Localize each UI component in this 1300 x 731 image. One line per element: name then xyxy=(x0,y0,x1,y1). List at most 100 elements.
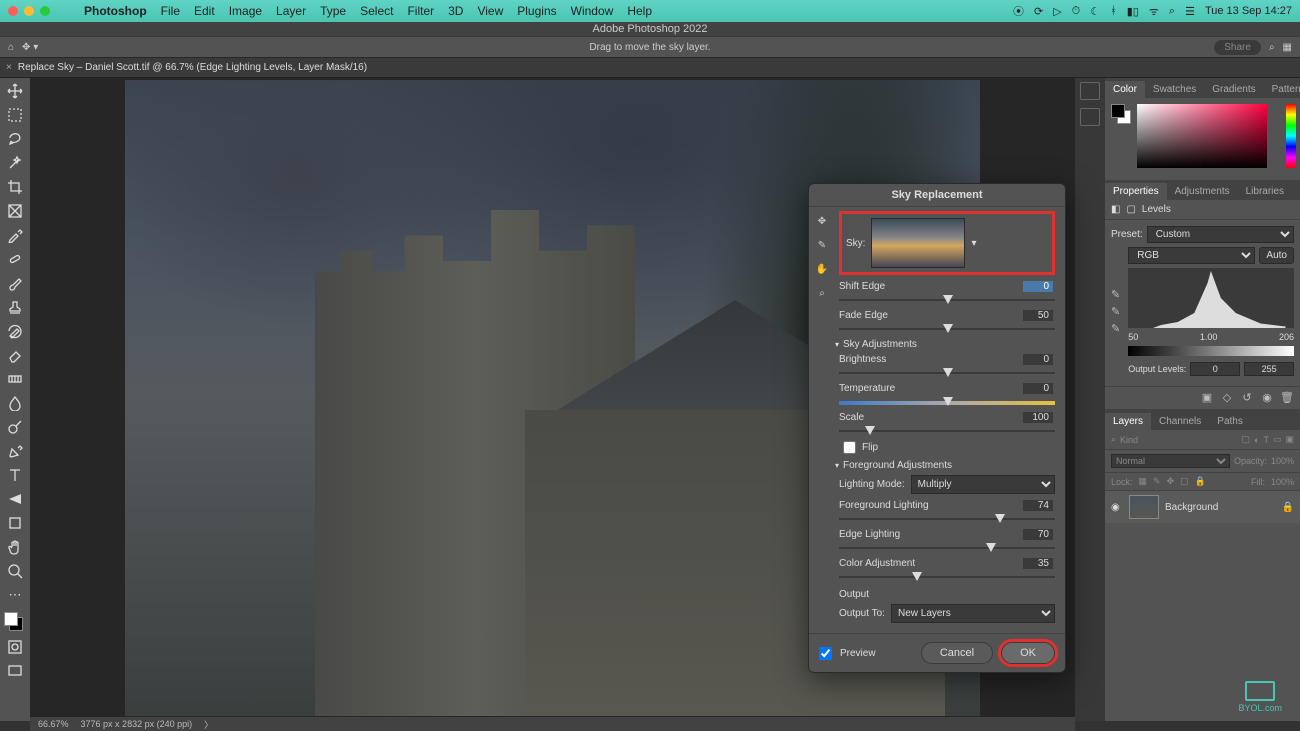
tab-swatches[interactable]: Swatches xyxy=(1145,81,1204,98)
hand-tool[interactable] xyxy=(3,536,27,558)
tab-layers[interactable]: Layers xyxy=(1105,413,1151,430)
clock-icon[interactable]: ⏱ xyxy=(1072,5,1081,18)
home-icon[interactable]: ⌂ xyxy=(8,42,14,53)
dodge-tool[interactable] xyxy=(3,416,27,438)
menu-image[interactable]: Image xyxy=(229,4,262,18)
lighting-mode-select[interactable]: Multiply xyxy=(911,475,1055,494)
history-brush-tool[interactable] xyxy=(3,320,27,342)
menu-help[interactable]: Help xyxy=(627,4,652,18)
filter-adj-icon[interactable]: ◐ xyxy=(1254,435,1259,445)
sky-picker[interactable]: Sky: ▾ xyxy=(839,211,1055,275)
sky-thumbnail[interactable] xyxy=(871,218,965,268)
fill-value[interactable]: 100% xyxy=(1271,477,1294,487)
tab-color[interactable]: Color xyxy=(1105,81,1145,98)
move-tool-icon[interactable]: ✥ ▾ xyxy=(22,42,38,53)
bluetooth-icon[interactable]: ᚼ xyxy=(1110,5,1117,17)
fg-lighting-slider[interactable]: Foreground Lighting74 xyxy=(839,500,1055,525)
trash-icon[interactable]: 🗑 xyxy=(1280,391,1294,405)
menu-file[interactable]: File xyxy=(161,4,180,18)
sample-white-icon[interactable]: ✎ xyxy=(1111,322,1120,335)
filter-pixel-icon[interactable]: ▢ xyxy=(1242,434,1251,445)
edge-lighting-slider[interactable]: Edge Lighting70 xyxy=(839,529,1055,554)
tab-close-icon[interactable]: × xyxy=(6,62,12,73)
layer-visibility-icon[interactable]: ◉ xyxy=(1111,502,1123,513)
shift-edge-slider[interactable]: Shift Edge0 xyxy=(839,281,1055,306)
auto-button[interactable]: Auto xyxy=(1259,247,1294,264)
dlg-hand-tool[interactable]: ✋ xyxy=(814,261,830,277)
flip-checkbox[interactable] xyxy=(843,441,856,454)
opacity-value[interactable]: 100% xyxy=(1271,456,1294,466)
heal-tool[interactable] xyxy=(3,248,27,270)
sample-gray-icon[interactable]: ✎ xyxy=(1111,305,1120,318)
dlg-brush-tool[interactable]: ✎ xyxy=(814,237,830,253)
wifi-icon[interactable]: ᯤ xyxy=(1149,4,1159,19)
blend-mode-select[interactable]: Normal xyxy=(1111,454,1230,468)
doc-dimensions[interactable]: 3776 px x 2832 px (240 ppi) xyxy=(81,719,193,729)
fade-edge-slider[interactable]: Fade Edge50 xyxy=(839,310,1055,335)
clip-icon[interactable]: ▣ xyxy=(1200,391,1214,405)
scale-slider[interactable]: Scale100 xyxy=(839,412,1055,437)
ok-button[interactable]: OK xyxy=(1001,642,1055,664)
menu-select[interactable]: Select xyxy=(360,4,393,18)
hue-slider[interactable] xyxy=(1286,104,1296,168)
sample-black-icon[interactable]: ✎ xyxy=(1111,288,1120,301)
reset-icon[interactable]: ↺ xyxy=(1240,391,1254,405)
eraser-tool[interactable] xyxy=(3,344,27,366)
brightness-slider[interactable]: Brightness0 xyxy=(839,354,1055,379)
cancel-button[interactable]: Cancel xyxy=(921,642,993,664)
color-field[interactable] xyxy=(1137,104,1267,168)
flip-checkbox-row[interactable]: Flip xyxy=(843,441,1055,454)
tab-patterns[interactable]: Patterns xyxy=(1264,81,1300,98)
screenmode-tool[interactable] xyxy=(3,660,27,682)
color-panel[interactable] xyxy=(1105,98,1300,180)
control-center-icon[interactable]: ☰ xyxy=(1185,5,1195,18)
path-tool[interactable] xyxy=(3,488,27,510)
temperature-slider[interactable]: Temperature0 xyxy=(839,383,1055,408)
frame-tool[interactable] xyxy=(3,200,27,222)
menu-layer[interactable]: Layer xyxy=(276,4,306,18)
layer-lock-icon[interactable]: 🔒 xyxy=(1282,502,1294,513)
moon-icon[interactable]: ☾ xyxy=(1090,5,1100,18)
dlg-move-tool[interactable]: ✥ xyxy=(814,213,830,229)
sky-chevron-icon[interactable]: ▾ xyxy=(971,238,976,249)
document-tab[interactable]: Replace Sky – Daniel Scott.tif @ 66.7% (… xyxy=(18,62,367,73)
filter-smart-icon[interactable]: ▣ xyxy=(1285,434,1294,445)
tab-channels[interactable]: Channels xyxy=(1151,413,1209,430)
share-button[interactable]: Share xyxy=(1214,40,1261,55)
fg-adjustments-header[interactable]: Foreground Adjustments xyxy=(835,460,1055,471)
clock-text[interactable]: Tue 13 Sep 14:27 xyxy=(1205,5,1292,17)
fg-bg-colors[interactable] xyxy=(4,612,26,634)
visibility-icon[interactable]: ◉ xyxy=(1260,391,1274,405)
output-to-select[interactable]: New Layers xyxy=(891,604,1055,623)
crop-tool[interactable] xyxy=(3,176,27,198)
spotlight-icon[interactable]: ⌕ xyxy=(1169,5,1175,18)
move-tool[interactable] xyxy=(3,80,27,102)
menu-3d[interactable]: 3D xyxy=(448,4,463,18)
play-icon[interactable]: ▷ xyxy=(1053,5,1061,18)
zoom-level[interactable]: 66.67% xyxy=(38,719,69,729)
channel-select[interactable]: RGB xyxy=(1128,247,1255,264)
app-menu[interactable]: Photoshop xyxy=(84,4,147,18)
panel-icon-2[interactable] xyxy=(1080,108,1100,126)
workspace-icon[interactable]: ▦ xyxy=(1283,42,1292,53)
marquee-tool[interactable] xyxy=(3,104,27,126)
tab-paths[interactable]: Paths xyxy=(1209,413,1251,430)
menu-edit[interactable]: Edit xyxy=(194,4,215,18)
wand-tool[interactable] xyxy=(3,152,27,174)
color-adj-slider[interactable]: Color Adjustment35 xyxy=(839,558,1055,583)
menu-type[interactable]: Type xyxy=(320,4,346,18)
lock-all-icon[interactable]: 🔒 xyxy=(1195,476,1206,487)
shape-tool[interactable] xyxy=(3,512,27,534)
edit-toolbar[interactable]: ⋯ xyxy=(3,584,27,606)
preview-checkbox[interactable] xyxy=(819,647,832,660)
lock-pos-icon[interactable]: ✥ xyxy=(1167,476,1175,487)
lock-trans-icon[interactable]: ▦ xyxy=(1139,476,1148,487)
lock-brush-icon[interactable]: ✎ xyxy=(1153,476,1161,487)
type-tool[interactable] xyxy=(3,464,27,486)
battery-icon[interactable]: ▮▯ xyxy=(1127,5,1139,18)
tab-properties[interactable]: Properties xyxy=(1105,183,1167,200)
quickmask-tool[interactable] xyxy=(3,636,27,658)
menu-plugins[interactable]: Plugins xyxy=(517,4,556,18)
preset-select[interactable]: Custom xyxy=(1147,226,1294,243)
tab-libraries[interactable]: Libraries xyxy=(1238,183,1292,200)
